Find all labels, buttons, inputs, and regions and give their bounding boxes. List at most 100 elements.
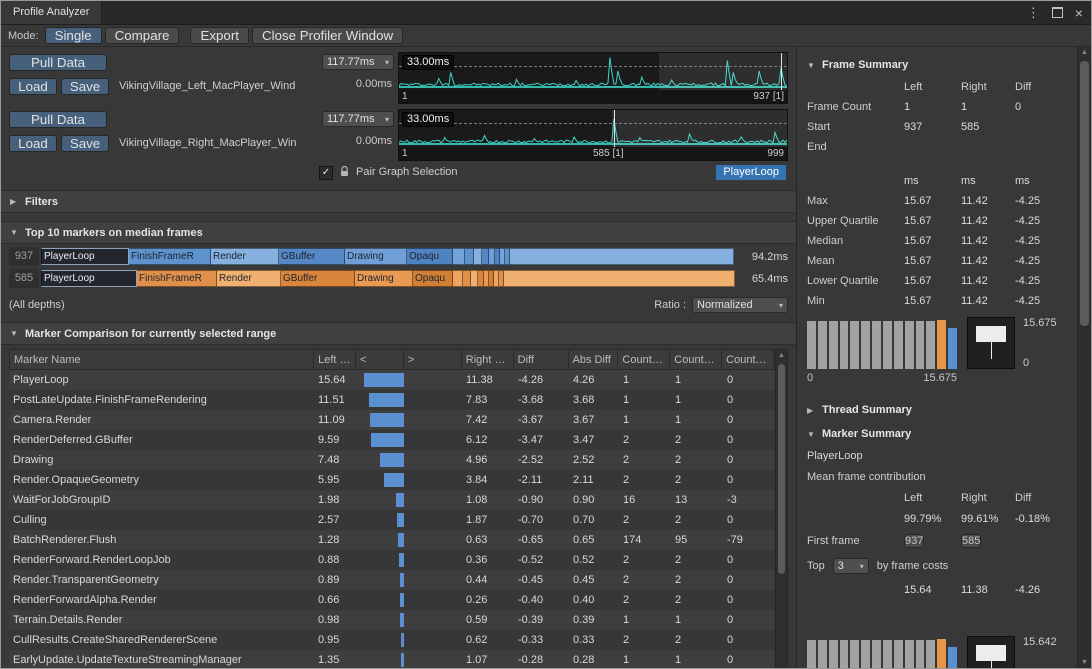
diff-bar xyxy=(380,453,404,467)
column-header[interactable]: < xyxy=(356,350,404,369)
histogram-axis: 0 15.675 xyxy=(807,372,957,384)
pull-data-button[interactable]: Pull Data xyxy=(9,111,107,128)
load-button[interactable]: Load xyxy=(9,135,57,152)
marker-segment[interactable]: PlayerLoop xyxy=(41,248,129,265)
table-row[interactable]: Render.OpaqueGeometry5.953.84-2.112.1122… xyxy=(9,470,774,490)
column-header[interactable]: Count Left xyxy=(618,350,670,369)
range-max-dropdown[interactable]: 117.77ms ▾ xyxy=(322,54,394,70)
scroll-down-icon[interactable]: ▼ xyxy=(1078,659,1091,666)
filters-section-header[interactable]: ▶ Filters xyxy=(1,190,796,213)
maximize-icon[interactable] xyxy=(1052,7,1063,18)
marker-segment[interactable]: FinishFrameR xyxy=(129,248,211,265)
tab-profile-analyzer[interactable]: Profile Analyzer xyxy=(1,1,102,24)
marker-segment[interactable] xyxy=(463,270,471,287)
marker-segment[interactable] xyxy=(474,248,482,265)
table-row[interactable]: Drawing7.484.96-2.522.52220 xyxy=(9,450,774,470)
table-row[interactable]: PostLateUpdate.FinishFrameRendering11.51… xyxy=(9,390,774,410)
lock-icon[interactable] xyxy=(340,166,349,180)
marker-segment[interactable]: GBuffer xyxy=(281,270,355,287)
first-frame-right-button[interactable]: 585 xyxy=(961,534,981,548)
frame-time-graph-left[interactable]: 33.00ms 1 937 [1] xyxy=(398,52,788,104)
marker-segment[interactable]: Opaqu xyxy=(413,270,453,287)
top-n-dropdown[interactable]: 3 ▾ xyxy=(833,558,869,574)
table-row[interactable]: CullResults.CreateSharedRendererScene0.9… xyxy=(9,630,774,650)
right-scrollbar[interactable]: ▲ ▼ xyxy=(1077,47,1091,668)
range-max-dropdown[interactable]: 117.77ms ▾ xyxy=(322,111,394,127)
cost-right: 11.38 xyxy=(961,584,1015,596)
marker-segment[interactable] xyxy=(453,248,465,265)
selected-marker-chip[interactable]: PlayerLoop xyxy=(716,165,786,180)
load-button[interactable]: Load xyxy=(9,78,57,95)
marker-summary-columns: Left Right Diff xyxy=(807,492,1073,504)
histogram-bar xyxy=(840,321,849,369)
first-frame-left-button[interactable]: 937 xyxy=(904,534,924,548)
column-header[interactable]: Count Delta xyxy=(722,350,773,369)
column-header[interactable]: Diff xyxy=(514,350,569,369)
ratio-dropdown[interactable]: Normalized ▾ xyxy=(692,297,788,313)
mode-single-button[interactable]: Single xyxy=(45,27,102,44)
comparison-section-header[interactable]: ▼ Marker Comparison for currently select… xyxy=(1,322,796,345)
marker-name-cell: Render.OpaqueGeometry xyxy=(9,470,314,490)
save-button[interactable]: Save xyxy=(61,78,109,95)
marker-segment[interactable] xyxy=(504,270,735,287)
pull-data-button[interactable]: Pull Data xyxy=(9,54,107,71)
table-row[interactable]: Camera.Render11.097.42-3.673.67110 xyxy=(9,410,774,430)
scrollbar-thumb[interactable] xyxy=(778,364,785,574)
marker-segment[interactable] xyxy=(453,270,463,287)
table-row[interactable]: EarlyUpdate.UpdateTextureStreamingManage… xyxy=(9,650,774,668)
value-cell: 0 xyxy=(723,430,774,450)
marker-segment[interactable]: Render xyxy=(217,270,281,287)
pair-graph-checkbox[interactable]: ✓ xyxy=(319,166,333,180)
close-icon[interactable]: × xyxy=(1075,7,1083,19)
marker-segment[interactable]: Render xyxy=(211,248,279,265)
table-row[interactable]: PlayerLoop15.6411.38-4.264.26110 xyxy=(9,370,774,390)
table-row[interactable]: RenderDeferred.GBuffer9.596.12-3.473.472… xyxy=(9,430,774,450)
marker-segment[interactable] xyxy=(510,248,734,265)
table-row[interactable]: RenderForward.RenderLoopJob0.880.36-0.52… xyxy=(9,550,774,570)
top10-section-header[interactable]: ▼ Top 10 markers on median frames xyxy=(1,221,796,244)
marker-segment[interactable] xyxy=(465,248,474,265)
save-button[interactable]: Save xyxy=(61,135,109,152)
marker-segment[interactable] xyxy=(482,248,489,265)
column-header[interactable]: Left Median xyxy=(314,350,356,369)
table-row[interactable]: Terrain.Details.Render0.980.59-0.390.391… xyxy=(9,610,774,630)
table-scrollbar[interactable]: ▲ xyxy=(775,349,788,668)
table-row[interactable]: RenderForwardAlpha.Render0.660.26-0.400.… xyxy=(9,590,774,610)
table-row[interactable]: Render.TransparentGeometry0.890.44-0.450… xyxy=(9,570,774,590)
marker-summary-header[interactable]: ▼ Marker Summary xyxy=(807,428,1073,440)
column-header[interactable]: Right Median xyxy=(462,350,514,369)
table-row[interactable]: WaitForJobGroupID1.981.08-0.900.901613-3 xyxy=(9,490,774,510)
frame-summary-header[interactable]: ▼ Frame Summary xyxy=(807,59,1073,71)
axis-min: 0 xyxy=(807,372,813,384)
column-header[interactable]: Count Right xyxy=(670,350,722,369)
scroll-up-icon[interactable]: ▲ xyxy=(776,352,787,359)
marker-name-cell: WaitForJobGroupID xyxy=(9,490,314,510)
column-header[interactable]: Abs Diff xyxy=(569,350,619,369)
scrollbar-thumb[interactable] xyxy=(1080,61,1089,326)
marker-segment[interactable]: GBuffer xyxy=(279,248,345,265)
export-button[interactable]: Export xyxy=(190,27,249,44)
mode-compare-button[interactable]: Compare xyxy=(105,27,180,44)
column-header[interactable]: Marker Name xyxy=(10,350,314,369)
marker-segment[interactable]: Opaqu xyxy=(407,248,453,265)
value-cell: 2 xyxy=(671,430,723,450)
column-header[interactable]: > xyxy=(404,350,462,369)
stat-value: 11.42 xyxy=(961,195,1015,207)
scroll-up-icon[interactable]: ▲ xyxy=(1078,49,1091,56)
thread-summary-header[interactable]: ▶ Thread Summary xyxy=(807,404,1073,416)
marker-segment[interactable]: FinishFrameR xyxy=(137,270,217,287)
table-row[interactable]: BatchRenderer.Flush1.280.63-0.650.651749… xyxy=(9,530,774,550)
menu-icon[interactable]: ⋮ xyxy=(1027,7,1040,19)
diff-bar xyxy=(371,433,404,447)
marker-segment[interactable]: Drawing xyxy=(355,270,413,287)
marker-segment[interactable]: PlayerLoop xyxy=(41,270,137,287)
marker-segment[interactable]: Drawing xyxy=(345,248,407,265)
marker-segment[interactable] xyxy=(471,270,478,287)
stat-label: Min xyxy=(807,295,904,307)
diff-bar xyxy=(397,513,404,527)
value-cell: 1 xyxy=(671,370,723,390)
close-profiler-window-button[interactable]: Close Profiler Window xyxy=(252,27,403,44)
table-row[interactable]: Culling2.571.87-0.700.70220 xyxy=(9,510,774,530)
frame-time-graph-right[interactable]: 33.00ms 1 585 [1] 999 xyxy=(398,109,788,161)
stat-label: Upper Quartile xyxy=(807,215,904,227)
